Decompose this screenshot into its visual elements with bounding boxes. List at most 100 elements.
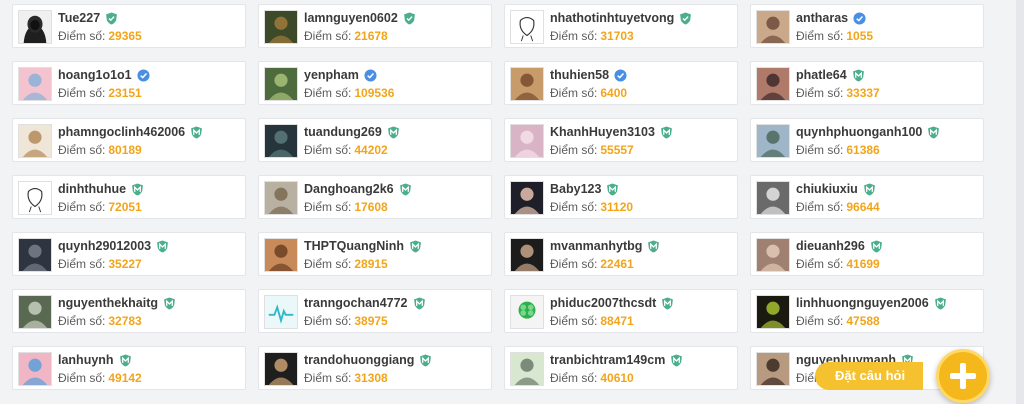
user-card[interactable]: THPTQuangNinh Điểm số: 28915 [258, 232, 492, 276]
avatar[interactable] [264, 238, 298, 272]
username[interactable]: KhanhHuyen3103 [550, 125, 655, 139]
ask-question-label[interactable]: Đặt câu hỏi [815, 362, 924, 390]
username[interactable]: lamnguyen0602 [304, 11, 398, 25]
user-card[interactable]: nhathotinhtuyetvong Điểm số: 31703 [504, 4, 738, 48]
avatar[interactable] [18, 295, 52, 329]
avatar[interactable] [264, 124, 298, 158]
user-card[interactable]: KhanhHuyen3103 Điểm số: 55557 [504, 118, 738, 162]
avatar[interactable] [756, 238, 790, 272]
score-label: Điểm số: [304, 371, 352, 385]
score: Điểm số: 28915 [304, 257, 388, 271]
user-card[interactable]: linhhuongnguyen2006 Điểm số: 47588 [750, 289, 984, 333]
username[interactable]: quynhphuonganh100 [796, 125, 922, 139]
avatar[interactable] [264, 295, 298, 329]
user-card[interactable]: Danghoang2k6 Điểm số: 17608 [258, 175, 492, 219]
user-card[interactable]: lanhuynh Điểm số: 49142 [12, 346, 246, 390]
score-value: 40610 [600, 371, 634, 385]
username[interactable]: quynh29012003 [58, 239, 151, 253]
username[interactable]: antharas [796, 11, 848, 25]
user-card[interactable]: thuhien58 Điểm số: 6400 [504, 61, 738, 105]
username[interactable]: linhhuongnguyen2006 [796, 296, 929, 310]
score: Điểm số: 41699 [796, 257, 880, 271]
avatar[interactable] [510, 181, 544, 215]
avatar[interactable] [264, 181, 298, 215]
user-card[interactable]: mvanmanhytbg Điểm số: 22461 [504, 232, 738, 276]
user-card[interactable]: Tue227 Điểm số: 29365 [12, 4, 246, 48]
avatar[interactable] [18, 67, 52, 101]
username[interactable]: phamngoclinh462006 [58, 125, 185, 139]
user-card[interactable]: nguyenthekhaitg Điểm số: 32783 [12, 289, 246, 333]
avatar[interactable] [264, 352, 298, 386]
username[interactable]: trandohuonggiang [304, 353, 414, 367]
user-card[interactable]: Baby123 Điểm số: 31120 [504, 175, 738, 219]
user-card[interactable]: yenpham Điểm số: 109536 [258, 61, 492, 105]
avatar[interactable] [18, 352, 52, 386]
avatar[interactable] [756, 67, 790, 101]
username[interactable]: chiukiuxiu [796, 182, 858, 196]
avatar[interactable] [756, 181, 790, 215]
avatar[interactable] [510, 238, 544, 272]
username[interactable]: mvanmanhytbg [550, 239, 642, 253]
avatar[interactable] [756, 352, 790, 386]
avatar[interactable] [18, 181, 52, 215]
user-card[interactable]: phatle64 Điểm số: 33337 [750, 61, 984, 105]
blue-verified-icon [137, 68, 150, 82]
avatar[interactable] [756, 124, 790, 158]
green-shield-m-icon [852, 68, 865, 82]
avatar[interactable] [510, 124, 544, 158]
blue-verified-icon [614, 68, 627, 82]
user-card[interactable]: tuandung269 Điểm số: 44202 [258, 118, 492, 162]
avatar[interactable] [756, 10, 790, 44]
user-card[interactable]: antharas Điểm số: 1055 [750, 4, 984, 48]
avatar[interactable] [510, 67, 544, 101]
green-shield-m-icon [660, 125, 673, 139]
username[interactable]: hoang1o1o1 [58, 68, 132, 82]
username[interactable]: tranngochan4772 [304, 296, 408, 310]
user-card[interactable]: phiduc2007thcsdt Điểm số: 88471 [504, 289, 738, 333]
username[interactable]: Danghoang2k6 [304, 182, 394, 196]
user-card[interactable]: hoang1o1o1 Điểm số: 23151 [12, 61, 246, 105]
username[interactable]: thuhien58 [550, 68, 609, 82]
avatar[interactable] [18, 10, 52, 44]
score-value: 31703 [600, 29, 634, 43]
scrollbar-track[interactable] [1016, 0, 1024, 404]
username[interactable]: tuandung269 [304, 125, 382, 139]
username[interactable]: THPTQuangNinh [304, 239, 404, 253]
username[interactable]: yenpham [304, 68, 359, 82]
user-card[interactable]: dinhthuhue Điểm số: 72051 [12, 175, 246, 219]
user-card[interactable]: dieuanh296 Điểm số: 41699 [750, 232, 984, 276]
username[interactable]: Baby123 [550, 182, 601, 196]
username[interactable]: nhathotinhtuyetvong [550, 11, 674, 25]
avatar[interactable] [510, 295, 544, 329]
avatar[interactable] [756, 295, 790, 329]
user-card[interactable]: lamnguyen0602 Điểm số: 21678 [258, 4, 492, 48]
avatar[interactable] [510, 10, 544, 44]
avatar[interactable] [18, 124, 52, 158]
username[interactable]: tranbichtram149cm [550, 353, 665, 367]
username[interactable]: Tue227 [58, 11, 100, 25]
score-value: 23151 [108, 86, 142, 100]
avatar[interactable] [264, 67, 298, 101]
ask-question-button[interactable] [936, 349, 990, 403]
user-card[interactable]: quynh29012003 Điểm số: 35227 [12, 232, 246, 276]
avatar[interactable] [264, 10, 298, 44]
score-value: 49142 [108, 371, 142, 385]
score-label: Điểm số: [58, 29, 106, 43]
username[interactable]: dinhthuhue [58, 182, 126, 196]
avatar[interactable] [510, 352, 544, 386]
user-card[interactable]: chiukiuxiu Điểm số: 96644 [750, 175, 984, 219]
user-card[interactable]: trandohuonggiang Điểm số: 31308 [258, 346, 492, 390]
user-card[interactable]: phamngoclinh462006 Điểm số: 80189 [12, 118, 246, 162]
username[interactable]: dieuanh296 [796, 239, 865, 253]
avatar[interactable] [18, 238, 52, 272]
score: Điểm số: 61386 [796, 143, 880, 157]
score-value: 96644 [846, 200, 880, 214]
username[interactable]: phatle64 [796, 68, 847, 82]
username[interactable]: nguyenthekhaitg [58, 296, 158, 310]
username[interactable]: lanhuynh [58, 353, 114, 367]
username[interactable]: phiduc2007thcsdt [550, 296, 656, 310]
user-card[interactable]: tranbichtram149cm Điểm số: 40610 [504, 346, 738, 390]
green-shield-m-icon [409, 239, 422, 253]
user-card[interactable]: tranngochan4772 Điểm số: 38975 [258, 289, 492, 333]
user-card[interactable]: quynhphuonganh100 Điểm số: 61386 [750, 118, 984, 162]
